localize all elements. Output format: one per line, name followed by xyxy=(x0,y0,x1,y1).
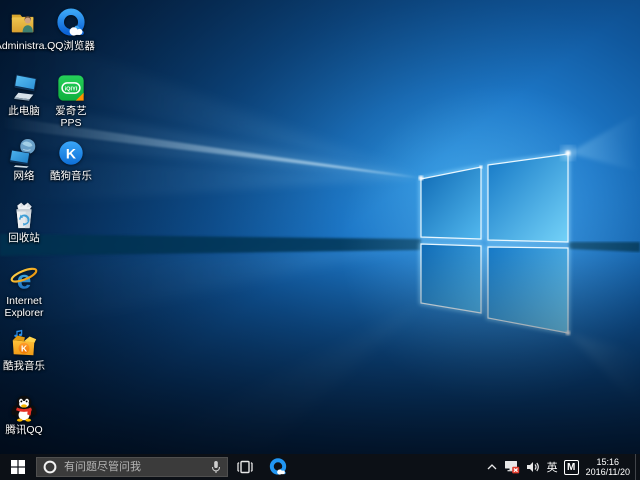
desktop-icon-recycle-bin[interactable]: 回收站 xyxy=(0,200,48,244)
desktop-icon-internet-explorer[interactable]: e Internet Explorer xyxy=(0,263,48,319)
network-disconnected-icon xyxy=(504,460,520,474)
show-desktop-button[interactable] xyxy=(635,454,640,480)
kugou-music-icon: K xyxy=(56,138,86,168)
network-status-tray-button[interactable] xyxy=(501,454,523,480)
this-pc-icon xyxy=(9,73,39,103)
desktop-icon-administrator[interactable]: Administra... xyxy=(0,8,48,52)
ime-mode-button[interactable]: M xyxy=(561,454,582,480)
desktop-icon-label: 网络 xyxy=(14,170,35,182)
desktop[interactable]: Administra... 此电脑 网络 xyxy=(0,0,640,480)
taskbar-search[interactable] xyxy=(36,457,228,477)
language-indicator[interactable]: 英 xyxy=(544,454,561,480)
microphone-icon[interactable] xyxy=(211,460,221,474)
desktop-icon-label: Administra... xyxy=(0,40,53,52)
task-view-button[interactable] xyxy=(228,454,261,480)
ime-mode-badge: M xyxy=(564,460,579,475)
cortana-icon xyxy=(43,460,57,474)
windows-logo-icon xyxy=(11,460,25,474)
desktop-icon-kugou-music[interactable]: K 酷狗音乐 xyxy=(47,138,95,182)
start-button[interactable] xyxy=(0,454,36,480)
iqiyi-pps-icon: iQIYI xyxy=(56,73,86,103)
system-tray: 英 M 15:16 2016/11/20 xyxy=(483,454,640,480)
desktop-icon-tencent-qq[interactable]: 腾讯QQ xyxy=(0,392,48,436)
desktop-icon-network[interactable]: 网络 xyxy=(0,138,48,182)
desktop-icon-label: 此电脑 xyxy=(8,105,40,117)
kuwo-music-icon: K xyxy=(9,328,39,358)
show-hidden-icons-button[interactable] xyxy=(483,454,501,480)
search-input[interactable] xyxy=(62,460,206,474)
kugou-letter: K xyxy=(66,145,77,161)
desktop-icon-label: 酷我音乐 xyxy=(3,360,45,372)
desktop-icon-label: 酷狗音乐 xyxy=(50,170,92,182)
desktop-icon-label: 腾讯QQ xyxy=(5,424,42,436)
desktop-icon-qq-browser[interactable]: QQ浏览器 xyxy=(47,8,95,52)
network-icon xyxy=(9,138,39,168)
taskbar-qq-browser-button[interactable] xyxy=(261,454,294,480)
taskbar: 英 M 15:16 2016/11/20 xyxy=(0,454,640,480)
desktop-icon-label: 爱奇艺PPS xyxy=(47,105,95,129)
kuwo-letter: K xyxy=(21,343,27,353)
desktop-icon-kuwo-music[interactable]: K 酷我音乐 xyxy=(0,328,48,372)
internet-explorer-icon: e xyxy=(9,263,39,293)
speaker-icon xyxy=(526,461,541,473)
task-view-icon xyxy=(236,460,254,474)
desktop-icon-label: Internet Explorer xyxy=(0,295,48,319)
desktop-icon-label: QQ浏览器 xyxy=(47,40,95,52)
administrator-folder-icon xyxy=(9,8,39,38)
qq-browser-icon xyxy=(56,8,86,38)
desktop-icon-this-pc[interactable]: 此电脑 xyxy=(0,73,48,117)
chevron-up-icon xyxy=(486,462,498,472)
desktop-icon-label: 回收站 xyxy=(8,232,40,244)
iqiyi-wordmark: iQIYI xyxy=(65,87,78,93)
desktop-icon-iqiyi-pps[interactable]: iQIYI 爱奇艺PPS xyxy=(47,73,95,129)
qq-browser-taskbar-icon xyxy=(269,458,287,476)
volume-tray-button[interactable] xyxy=(523,454,544,480)
clock[interactable]: 15:16 2016/11/20 xyxy=(582,454,635,480)
wallpaper-windows-hero xyxy=(0,0,640,454)
clock-date: 2016/11/20 xyxy=(586,467,630,478)
tencent-qq-penguin-icon xyxy=(9,392,39,422)
recycle-bin-icon xyxy=(9,200,39,230)
clock-time: 15:16 xyxy=(597,457,620,468)
